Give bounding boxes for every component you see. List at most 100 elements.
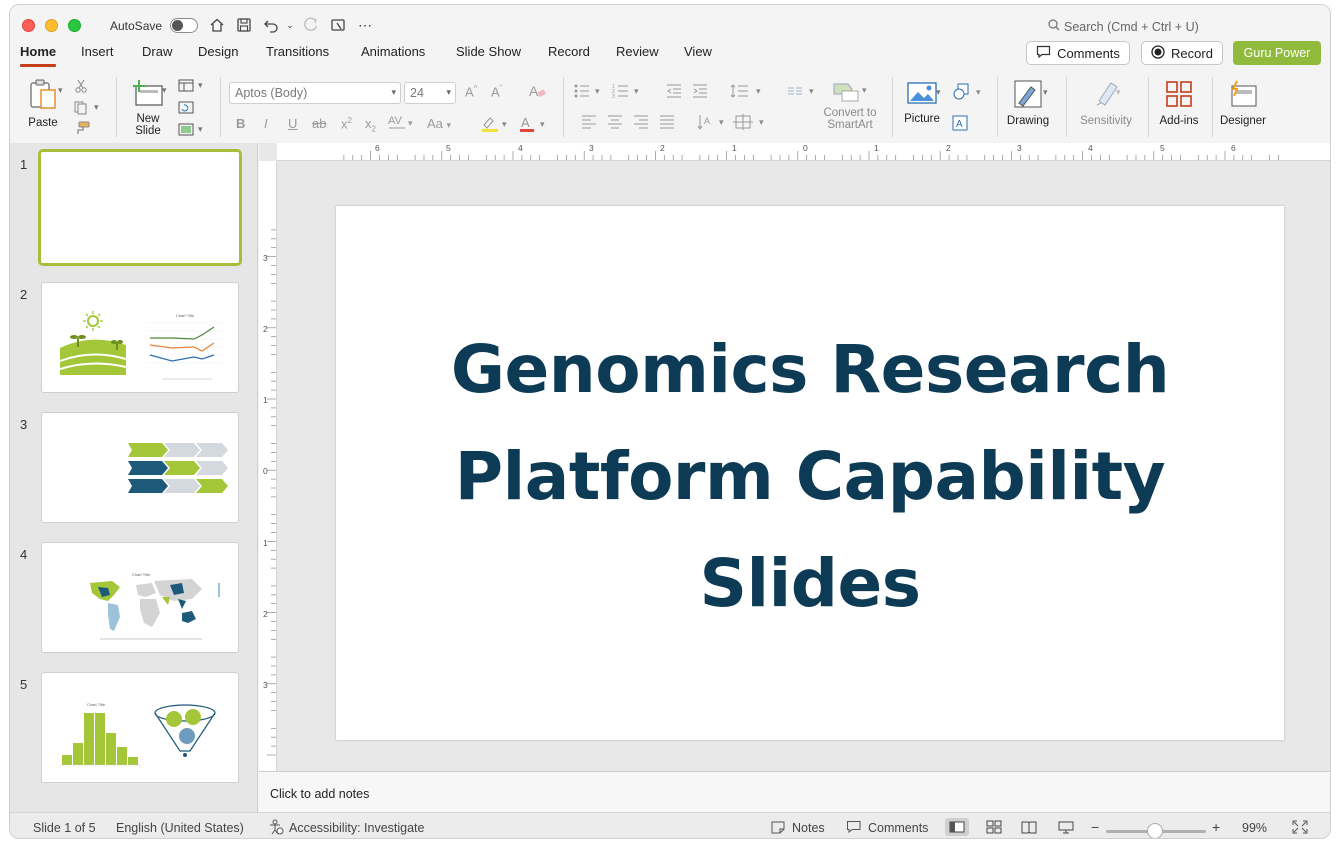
paste-dropdown-icon[interactable]: ▾ [58,85,63,96]
reading-view-button[interactable] [1017,818,1041,836]
save-icon[interactable] [235,16,253,34]
text-direction-icon[interactable]: A ▾ [697,114,727,133]
accessibility-status[interactable]: Accessibility: Investigate [289,821,424,835]
decrease-font-icon[interactable]: Aˇ [491,84,502,99]
minimize-window-button[interactable] [45,19,58,32]
autosave-toggle[interactable] [170,18,198,33]
font-color-icon[interactable]: A ▾ [518,115,548,136]
normal-view-button[interactable] [945,818,969,836]
comments-label: Comments [1057,45,1120,61]
designer-button[interactable]: Designer [1216,79,1270,127]
layout-dropdown-icon[interactable]: ▾ [198,80,203,91]
bold-button[interactable]: B [236,116,245,131]
tab-design[interactable]: Design [198,45,238,69]
close-window-button[interactable] [22,19,35,32]
add-ins-button[interactable]: Add-ins [1154,79,1204,127]
italic-button[interactable]: I [264,116,268,131]
zoom-window-button[interactable] [68,19,81,32]
svg-text:▾: ▾ [595,86,600,96]
svg-text:▾: ▾ [809,86,814,96]
copy-dropdown-icon[interactable]: ▾ [94,102,99,113]
slide-thumbnail-5[interactable]: Chart Title [41,672,239,783]
tab-animations[interactable]: Animations [361,45,425,69]
character-spacing-icon[interactable]: AV ▾ [388,114,416,133]
record-label: Record [1171,45,1213,61]
align-left-icon[interactable] [581,115,597,132]
tab-review[interactable]: Review [616,45,659,69]
picture-button[interactable]: Picture [900,79,944,125]
new-slide-dropdown-icon[interactable]: ▾ [162,85,167,96]
underline-button[interactable]: U [288,116,297,131]
justify-icon[interactable] [659,115,675,132]
slide-thumbnail-4[interactable]: Chart Title [41,542,239,653]
picture-dropdown-icon[interactable]: ▾ [936,87,941,98]
columns-icon[interactable]: ▾ [787,83,817,102]
drawing-dropdown-icon[interactable]: ▾ [1043,87,1048,98]
accessibility-icon [268,819,284,838]
tab-view[interactable]: View [684,45,712,69]
guru-power-button[interactable]: Guru Power [1233,41,1321,65]
increase-indent-icon[interactable] [692,83,708,102]
highlight-icon[interactable]: ▾ [480,115,510,136]
reset-slide-icon[interactable] [178,101,194,117]
strikethrough-button[interactable]: ab [312,116,326,131]
tab-slide-show[interactable]: Slide Show [456,45,521,69]
zoom-slider-handle[interactable] [1147,823,1163,838]
zoom-in-button[interactable]: + [1212,819,1220,835]
notes-pane[interactable]: Click to add notes [259,771,1330,812]
align-center-icon[interactable] [607,115,623,132]
section-dropdown-icon[interactable]: ▾ [198,124,203,135]
shapes-icon[interactable]: ▾ [952,83,984,104]
font-name-combo[interactable]: Aptos (Body) ▾ [229,82,401,104]
align-right-icon[interactable] [633,115,649,132]
subscript-button[interactable]: x2 [365,116,376,134]
present-icon[interactable] [329,16,347,34]
notes-toggle[interactable]: Notes [792,821,825,835]
text-box-icon[interactable]: A [952,115,968,134]
cut-icon[interactable] [74,79,88,96]
slide-thumbnail-3[interactable] [41,412,239,523]
slide-thumbnail-1[interactable] [38,149,242,266]
numbering-icon[interactable]: 1 2 3 ▾ [612,83,642,102]
tab-insert[interactable]: Insert [81,45,114,69]
slide-title[interactable]: Genomics Research Platform Capability Sl… [336,316,1284,637]
undo-icon[interactable] [262,16,280,34]
tab-home[interactable]: Home [20,45,57,69]
tab-transitions[interactable]: Transitions [266,45,329,69]
slideshow-view-button[interactable] [1054,818,1078,836]
clear-formatting-icon[interactable]: A [528,83,546,102]
format-painter-icon[interactable] [74,121,90,138]
language-indicator[interactable]: English (United States) [116,821,244,835]
status-bar: Slide 1 of 5 English (United States) Acc… [10,812,1330,838]
redo-icon [302,16,320,34]
comments-toggle[interactable]: Comments [868,821,928,835]
tab-draw[interactable]: Draw [142,45,172,69]
align-text-icon[interactable]: ▾ [733,114,769,133]
copy-icon[interactable] [74,101,90,118]
slide-number: 2 [20,287,28,302]
more-options-icon[interactable]: ⋯ [356,16,374,34]
slide-canvas[interactable]: Genomics Research Platform Capability Sl… [336,206,1284,740]
home-icon[interactable] [208,16,226,34]
zoom-out-button[interactable]: − [1091,819,1099,835]
slide-sorter-view-button[interactable] [982,818,1006,836]
superscript-button[interactable]: x2 [341,116,352,131]
slide-thumbnails-panel[interactable]: 1 2 Chart Title 3 4 Chart Title 5 Chart … [10,143,258,812]
fit-to-window-icon[interactable] [1292,820,1308,837]
layout-icon[interactable] [178,79,194,95]
slide-thumbnail-2[interactable]: Chart Title [41,282,239,393]
convert-smartart-button[interactable]: ▾ Convert to SmartArt [818,81,882,131]
zoom-level[interactable]: 99% [1242,821,1267,835]
font-size-combo[interactable]: 24 ▾ [404,82,456,104]
section-icon[interactable] [178,123,194,139]
comments-button[interactable]: Comments [1026,41,1130,65]
change-case-icon[interactable]: Aa ▾ [427,116,451,131]
tab-record[interactable]: Record [548,45,590,69]
increase-font-icon[interactable]: A^ [465,84,477,99]
undo-dropdown-icon[interactable]: ⌄ [281,16,299,34]
line-spacing-icon[interactable]: ▾ [730,83,766,102]
decrease-indent-icon[interactable] [666,83,682,102]
record-button[interactable]: Record [1141,41,1223,65]
bullets-icon[interactable]: ▾ [573,83,603,102]
search-box[interactable]: Search (Cmd + Ctrl + U) [1048,19,1199,34]
